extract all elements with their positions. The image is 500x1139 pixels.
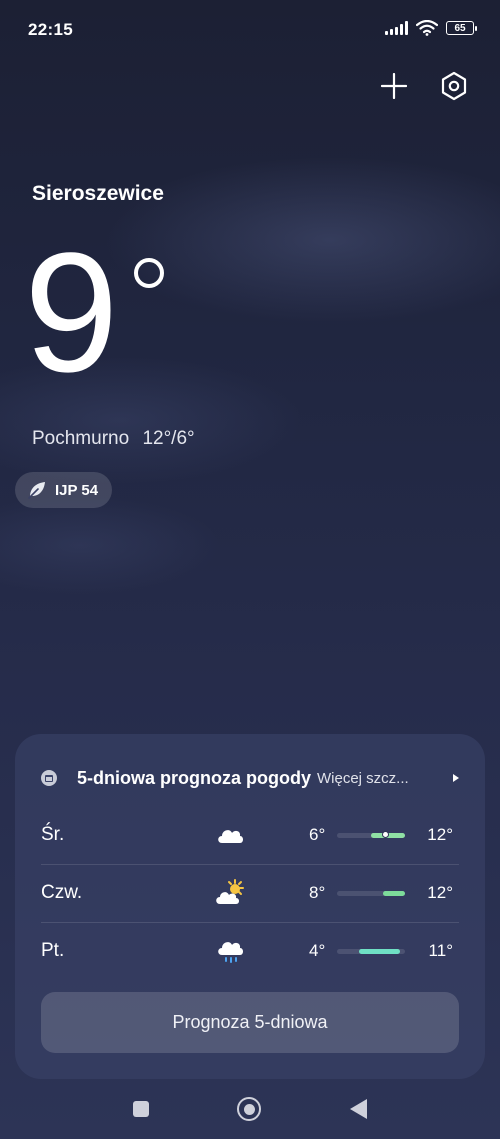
temperature-range-fill (358, 949, 400, 954)
forecast-card: 5-dniowa prognoza pogody Więcej szcz... … (15, 734, 485, 1079)
back-triangle-icon[interactable] (350, 1099, 367, 1119)
temperature-range-bar (337, 831, 405, 838)
forecast-high: 12° (427, 883, 453, 902)
status-icons: 65 (385, 20, 477, 36)
battery-icon: 65 (446, 21, 477, 35)
forecast-day: Śr. (41, 824, 65, 845)
condition-text: Pochmurno (32, 428, 130, 449)
air-quality-label: IJP 54 (55, 481, 99, 499)
wifi-icon (416, 20, 438, 36)
battery-level: 65 (454, 22, 466, 34)
rain-cloud-icon (218, 942, 243, 963)
temperature-range-bar (337, 949, 405, 954)
calendar-icon (41, 770, 57, 786)
plus-icon (381, 73, 407, 99)
leaf-icon (28, 482, 45, 499)
settings-button[interactable] (434, 66, 474, 106)
forecast-day: Czw. (41, 882, 83, 903)
forecast-low: 6° (309, 825, 326, 844)
forecast-high: 11° (428, 941, 453, 960)
degree-symbol (134, 258, 164, 288)
forecast-row[interactable]: Śr. 6° 12° (41, 806, 459, 865)
status-time: 22:15 (28, 20, 73, 39)
forecast-row[interactable]: Czw. 8° 12° (41, 864, 459, 923)
temperature-range-fill (383, 891, 405, 896)
forecast-low: 8° (309, 883, 326, 902)
condition-summary: Pochmurno 12°/6° (32, 428, 203, 450)
forecast-row[interactable]: Pt. 4° 11° (41, 922, 459, 980)
air-quality-badge[interactable]: IJP 54 (15, 472, 113, 508)
temperature-range-bar (337, 891, 405, 896)
five-day-forecast-button[interactable]: Prognoza 5-dniowa (41, 992, 459, 1053)
forecast-low: 4° (309, 941, 326, 960)
forecast-header[interactable]: 5-dniowa prognoza pogody Więcej szcz... (41, 766, 459, 790)
forecast-day: Pt. (41, 940, 65, 961)
city-name: Sieroszewice (32, 182, 164, 205)
sun-cloud-icon (216, 879, 244, 904)
current-temperature: 9 (24, 218, 119, 408)
status-bar: 22:15 65 (0, 0, 500, 60)
signal-icon (385, 21, 408, 35)
home-circle-icon[interactable] (237, 1097, 261, 1121)
forecast-title: 5-dniowa prognoza pogody (77, 767, 311, 788)
more-details-link[interactable]: Więcej szcz... (317, 770, 439, 787)
settings-hexagon-icon (441, 71, 467, 101)
square-icon[interactable] (133, 1101, 149, 1117)
forecast-high: 12° (427, 825, 453, 844)
temperature-range: 12°/6° (142, 428, 195, 449)
chevron-right-icon (453, 774, 459, 782)
add-city-button[interactable] (374, 66, 414, 106)
navigation-bar (0, 1088, 500, 1130)
cloud-icon (218, 830, 243, 843)
